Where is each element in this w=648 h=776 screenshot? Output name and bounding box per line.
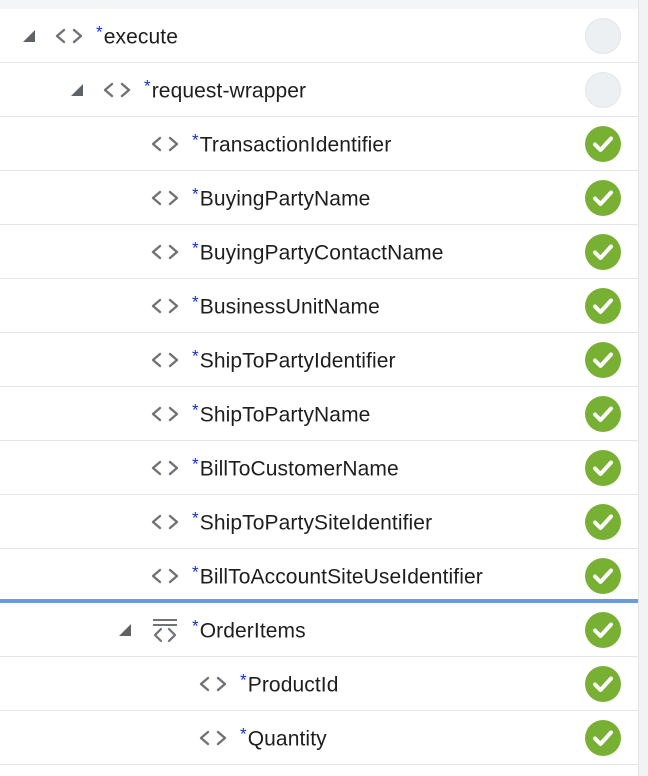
tree-row[interactable]: *request-wrapper [0, 63, 638, 117]
tree-node-name: execute [103, 25, 178, 48]
tree-node-name: request-wrapper [151, 79, 307, 102]
tree-node-label[interactable]: *request-wrapper [144, 76, 306, 103]
tree-node-label[interactable]: *execute [96, 22, 178, 49]
element-icon [150, 296, 180, 316]
element-icon [150, 188, 180, 208]
tree-node-name: Quantity [247, 727, 327, 750]
mapped-check-icon [585, 665, 621, 702]
mapped-check-icon [585, 719, 621, 756]
element-icon [150, 350, 180, 370]
tree-node-name: BuyingPartyContactName [199, 241, 444, 264]
element-icon [150, 458, 180, 478]
tree-node-label[interactable]: *BillToCustomerName [192, 454, 399, 481]
tree-node-name: BillToAccountSiteUseIdentifier [199, 565, 483, 588]
expander-collapse-icon[interactable] [22, 29, 36, 43]
tree-node-label[interactable]: *BusinessUnitName [192, 292, 380, 319]
unmapped-status-icon [585, 71, 621, 108]
required-marker: * [192, 130, 199, 149]
tree-row[interactable]: *Quantity [0, 711, 638, 765]
tree-row[interactable]: *OrderItems [0, 599, 638, 657]
required-marker: * [192, 238, 199, 257]
required-marker: * [192, 508, 199, 527]
tree-row[interactable]: *BuyingPartyContactName [0, 225, 638, 279]
tree-node-name: BillToCustomerName [199, 457, 399, 480]
tree-row[interactable]: *ShipToPartyIdentifier [0, 333, 638, 387]
mapped-check-icon [585, 125, 621, 162]
mapped-check-icon [585, 557, 621, 594]
tree-node-name: OrderItems [199, 619, 306, 642]
mapped-check-icon [585, 179, 621, 216]
tree-node-name: ShipToPartyName [199, 403, 371, 426]
tree-row[interactable]: *ShipToPartySiteIdentifier [0, 495, 638, 549]
expander-collapse-icon[interactable] [118, 623, 132, 637]
tree-row[interactable]: *BuyingPartyName [0, 171, 638, 225]
tree-node-label[interactable]: *ShipToPartyIdentifier [192, 346, 396, 373]
mapped-check-icon [585, 287, 621, 324]
vertical-scrollbar[interactable] [638, 0, 648, 776]
tree-row[interactable]: *ShipToPartyName [0, 387, 638, 441]
tree-node-label[interactable]: *ProductId [240, 670, 339, 697]
mapper-tree: *execute *request-wrapper *TransactionIden… [0, 0, 640, 776]
required-marker: * [192, 346, 199, 365]
tree-row[interactable]: *BillToCustomerName [0, 441, 638, 495]
required-marker: * [192, 616, 199, 635]
mapped-check-icon [585, 233, 621, 270]
expander-collapse-icon[interactable] [70, 83, 84, 97]
element-icon [150, 134, 180, 154]
tree-node-label[interactable]: *OrderItems [192, 616, 306, 643]
required-marker: * [192, 184, 199, 203]
required-marker: * [96, 22, 103, 41]
element-icon [150, 404, 180, 424]
tree-node-name: BusinessUnitName [199, 295, 380, 318]
tree-node-label[interactable]: *BuyingPartyContactName [192, 238, 444, 265]
tree-node-name: BuyingPartyName [199, 187, 371, 210]
tree-node-name: TransactionIdentifier [199, 133, 392, 156]
element-icon [54, 26, 84, 46]
tree-node-name: ProductId [247, 673, 339, 696]
required-marker: * [240, 670, 247, 689]
mapped-check-icon [585, 611, 621, 648]
mapped-check-icon [585, 341, 621, 378]
tree-row[interactable]: *BusinessUnitName [0, 279, 638, 333]
tree-node-label[interactable]: *ShipToPartyName [192, 400, 370, 427]
tree-node-name: ShipToPartyIdentifier [199, 349, 396, 372]
element-icon [102, 80, 132, 100]
tree-node-label[interactable]: *BillToAccountSiteUseIdentifier [192, 562, 483, 589]
mapped-check-icon [585, 449, 621, 486]
required-marker: * [192, 400, 199, 419]
element-icon [150, 566, 180, 586]
required-marker: * [240, 724, 247, 743]
tree-node-label[interactable]: *TransactionIdentifier [192, 130, 391, 157]
mapped-check-icon [585, 395, 621, 432]
required-marker: * [192, 562, 199, 581]
required-marker: * [192, 292, 199, 311]
tree-row[interactable]: *TransactionIdentifier [0, 117, 638, 171]
unmapped-status-icon [585, 17, 621, 54]
mapped-check-icon [585, 503, 621, 540]
required-marker: * [192, 454, 199, 473]
element-icon [150, 512, 180, 532]
tree-node-label[interactable]: *ShipToPartySiteIdentifier [192, 508, 432, 535]
element-icon [198, 674, 228, 694]
required-marker: * [144, 76, 151, 95]
repeating-element-icon [150, 617, 180, 643]
tree-node-name: ShipToPartySiteIdentifier [199, 511, 433, 534]
tree-node-label[interactable]: *BuyingPartyName [192, 184, 370, 211]
tree-node-label[interactable]: *Quantity [240, 724, 327, 751]
element-icon [198, 728, 228, 748]
tree-row[interactable]: *BillToAccountSiteUseIdentifier [0, 549, 638, 603]
tree-row[interactable]: *execute [0, 9, 638, 63]
element-icon [150, 242, 180, 262]
tree-row[interactable]: *ProductId [0, 657, 638, 711]
